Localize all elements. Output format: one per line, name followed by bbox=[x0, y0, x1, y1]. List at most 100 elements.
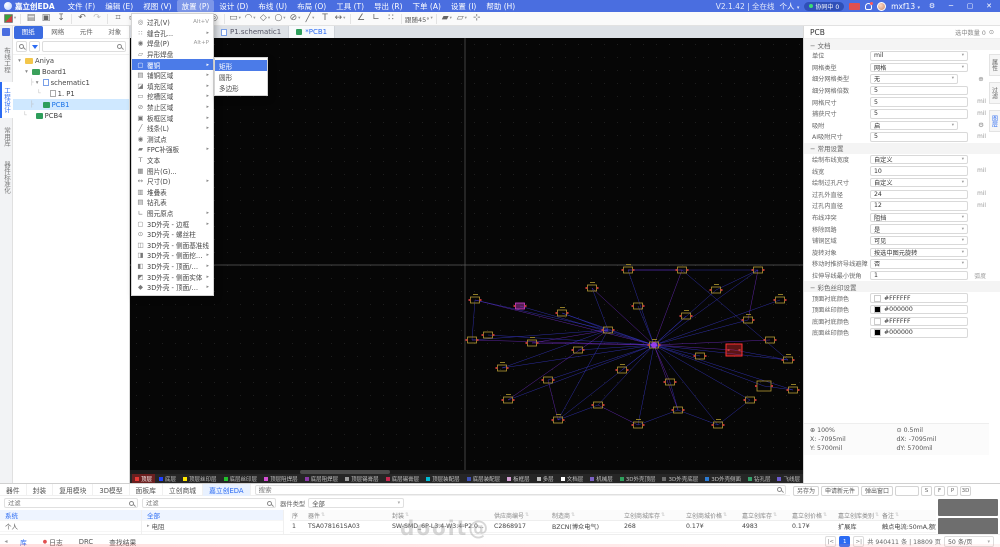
place-menu-item[interactable]: ◉测试点 bbox=[132, 134, 213, 145]
menubar-item-active[interactable]: 放置 (P) bbox=[177, 0, 215, 12]
column-header[interactable]: 嘉立创库类别⇅ bbox=[836, 510, 880, 520]
preview-toggle-s[interactable]: S bbox=[921, 486, 932, 496]
property-select[interactable]: 按选中图元旋转▾ bbox=[870, 248, 968, 258]
grid-settings-button[interactable]: ⌗ bbox=[111, 13, 125, 25]
library-search-input[interactable] bbox=[255, 485, 786, 495]
arc-tool-button[interactable]: ◠▾ bbox=[243, 13, 257, 25]
right-side-tab[interactable]: 属性 bbox=[989, 54, 1000, 76]
project-panel-tab[interactable]: 网络 bbox=[44, 26, 73, 39]
origin-tool-button[interactable]: ∟ bbox=[369, 13, 383, 25]
place-menu-item[interactable]: ◎过孔(V)Alt+V bbox=[132, 17, 213, 28]
layer-tab[interactable]: 顶层装配层 bbox=[423, 474, 463, 483]
property-input[interactable]: #FFFFFF bbox=[870, 293, 968, 303]
layer-tab[interactable]: 钻孔层 bbox=[745, 474, 774, 483]
preview-search-input[interactable] bbox=[895, 486, 919, 496]
section-header[interactable]: − 文档 bbox=[804, 39, 1000, 50]
project-panel-tab[interactable]: 对象 bbox=[101, 26, 130, 39]
row-action-icon[interactable]: ⚙ bbox=[976, 121, 986, 129]
layer-tab[interactable]: 顶层丝印层 bbox=[180, 474, 220, 483]
library-tab[interactable]: 嘉立创EDA bbox=[203, 484, 250, 496]
library-tab[interactable]: 封装 bbox=[27, 484, 54, 496]
column-header[interactable]: 立创商城库存⇅ bbox=[622, 510, 684, 520]
search-button[interactable] bbox=[16, 41, 27, 52]
property-input[interactable]: 12 bbox=[870, 201, 968, 211]
layer-tab[interactable]: 底层 bbox=[156, 474, 179, 483]
first-page-button[interactable]: |< bbox=[825, 536, 836, 547]
layer-tab[interactable]: 文档层 bbox=[558, 474, 587, 483]
menubar-item[interactable]: 设计 (D) bbox=[214, 0, 253, 12]
layer-tab[interactable]: 3D外壳底层 bbox=[659, 474, 701, 483]
property-input[interactable]: 5 bbox=[870, 86, 968, 96]
menubar-item[interactable]: 下单 (A) bbox=[408, 0, 446, 12]
copper-pour-bottom-button[interactable]: ▱▾ bbox=[455, 13, 469, 25]
avatar[interactable] bbox=[877, 2, 886, 11]
project-search-input[interactable] bbox=[42, 41, 126, 52]
page-size-select[interactable]: 50 条/页▾ bbox=[944, 536, 994, 547]
place-menu-item[interactable]: ◉焊盘(P)Alt+P bbox=[132, 38, 213, 49]
property-select[interactable]: 网格▾ bbox=[870, 63, 968, 73]
submenu-item[interactable]: 多边形 bbox=[215, 82, 267, 93]
column-header[interactable]: 器件⇅ bbox=[306, 510, 390, 520]
save-button[interactable]: ▣ bbox=[39, 13, 53, 25]
place-menu-item[interactable]: ∷缝合孔...▸ bbox=[132, 28, 213, 39]
panel-toggle-icon[interactable] bbox=[2, 28, 10, 36]
place-menu-item[interactable]: ▢3D外壳 - 边框▸ bbox=[132, 218, 213, 229]
current-page-button[interactable]: 1 bbox=[839, 536, 850, 547]
tree-item-1-p1[interactable]: └1. P1 bbox=[13, 88, 129, 99]
dock-tab[interactable]: 库 bbox=[12, 535, 35, 547]
column-header[interactable]: 嘉立创价格⇅ bbox=[790, 510, 836, 520]
align-tool-button[interactable]: ⊹ bbox=[470, 13, 484, 25]
column-header[interactable]: 封装⇅ bbox=[390, 510, 492, 520]
layer-tab[interactable]: 3D外壳侧面 bbox=[702, 474, 744, 483]
tree-item-schematic1[interactable]: ├▾schematic1 bbox=[13, 77, 129, 88]
property-input[interactable]: 10 bbox=[870, 166, 968, 176]
category-item[interactable]: 全部 bbox=[142, 510, 283, 521]
property-select[interactable]: mil▾ bbox=[870, 51, 968, 61]
place-menu-item[interactable]: ▢覆铜▸ bbox=[132, 59, 213, 70]
message-icon[interactable] bbox=[849, 3, 860, 10]
import-button[interactable]: ↧ bbox=[54, 13, 68, 25]
menubar-item[interactable]: 布线 (U) bbox=[253, 0, 292, 12]
menubar-item[interactable]: 设置 (I) bbox=[446, 0, 481, 12]
place-menu-item[interactable]: ◫3D外壳 - 侧面基准线 bbox=[132, 239, 213, 250]
category-item[interactable]: 系统 bbox=[0, 510, 141, 521]
notification-bell-icon[interactable] bbox=[865, 3, 872, 10]
place-menu-item[interactable]: ▣板框区域▸ bbox=[132, 112, 213, 123]
layer-tab[interactable]: 顶层 bbox=[132, 474, 155, 483]
window-close-button[interactable]: ✕ bbox=[982, 0, 996, 12]
place-menu-item[interactable]: ▦图片(G)... bbox=[132, 165, 213, 176]
user-menu[interactable]: mxf13 ▾ bbox=[891, 2, 920, 11]
column-header[interactable]: 备注⇅ bbox=[880, 510, 936, 520]
property-input[interactable]: 5 bbox=[870, 97, 968, 107]
open-project-button[interactable]: ▤ bbox=[24, 13, 38, 25]
symbol-preview[interactable] bbox=[938, 499, 998, 516]
snap-tool-button[interactable]: ∷ bbox=[384, 13, 398, 25]
column-header[interactable]: 嘉立创库存⇅ bbox=[740, 510, 790, 520]
menubar-item[interactable]: 工具 (T) bbox=[331, 0, 369, 12]
column-header[interactable]: 立创商城价格⇅ bbox=[684, 510, 740, 520]
submenu-item[interactable]: 圆形 bbox=[215, 71, 267, 82]
property-select[interactable]: 可见▾ bbox=[870, 236, 968, 246]
dock-tab[interactable]: 查找结果 bbox=[101, 535, 144, 547]
pcb-canvas[interactable] bbox=[130, 38, 803, 470]
layer-tab[interactable]: 底层丝印层 bbox=[221, 474, 261, 483]
layer-style-button[interactable]: ▾ bbox=[3, 13, 17, 25]
menubar-item[interactable]: 文件 (F) bbox=[63, 0, 101, 12]
last-page-button[interactable]: >| bbox=[853, 536, 864, 547]
settings-gear-icon[interactable]: ⚙ bbox=[925, 0, 939, 12]
copper-pour-top-button[interactable]: ▰▾ bbox=[440, 13, 454, 25]
polygon-tool-button[interactable]: ◇▾ bbox=[258, 13, 272, 25]
place-menu-item[interactable]: ▭挖槽区域▸ bbox=[132, 91, 213, 102]
place-menu-item[interactable]: ▥堆叠表 bbox=[132, 187, 213, 198]
filter-button[interactable] bbox=[29, 41, 40, 52]
layer-tab[interactable]: 板框层 bbox=[504, 474, 533, 483]
circle-tool-button[interactable]: ○▾ bbox=[273, 13, 287, 25]
property-select[interactable]: 自定义▾ bbox=[870, 155, 968, 165]
library-tab[interactable]: 复用模块 bbox=[53, 484, 93, 496]
rail-tab[interactable]: 布线工程 bbox=[0, 42, 13, 78]
layer-tab[interactable]: 底层锡膏层 bbox=[383, 474, 423, 483]
dock-collapse-icon[interactable]: ◂ bbox=[0, 538, 12, 545]
table-row[interactable]: 1TSA078161SA03SW-SMD_6P-L3.4-W3.4-P2.0..… bbox=[290, 521, 936, 533]
library-tab[interactable]: 器件 bbox=[0, 484, 27, 496]
layer-tab[interactable]: 飞线层 bbox=[774, 474, 803, 483]
